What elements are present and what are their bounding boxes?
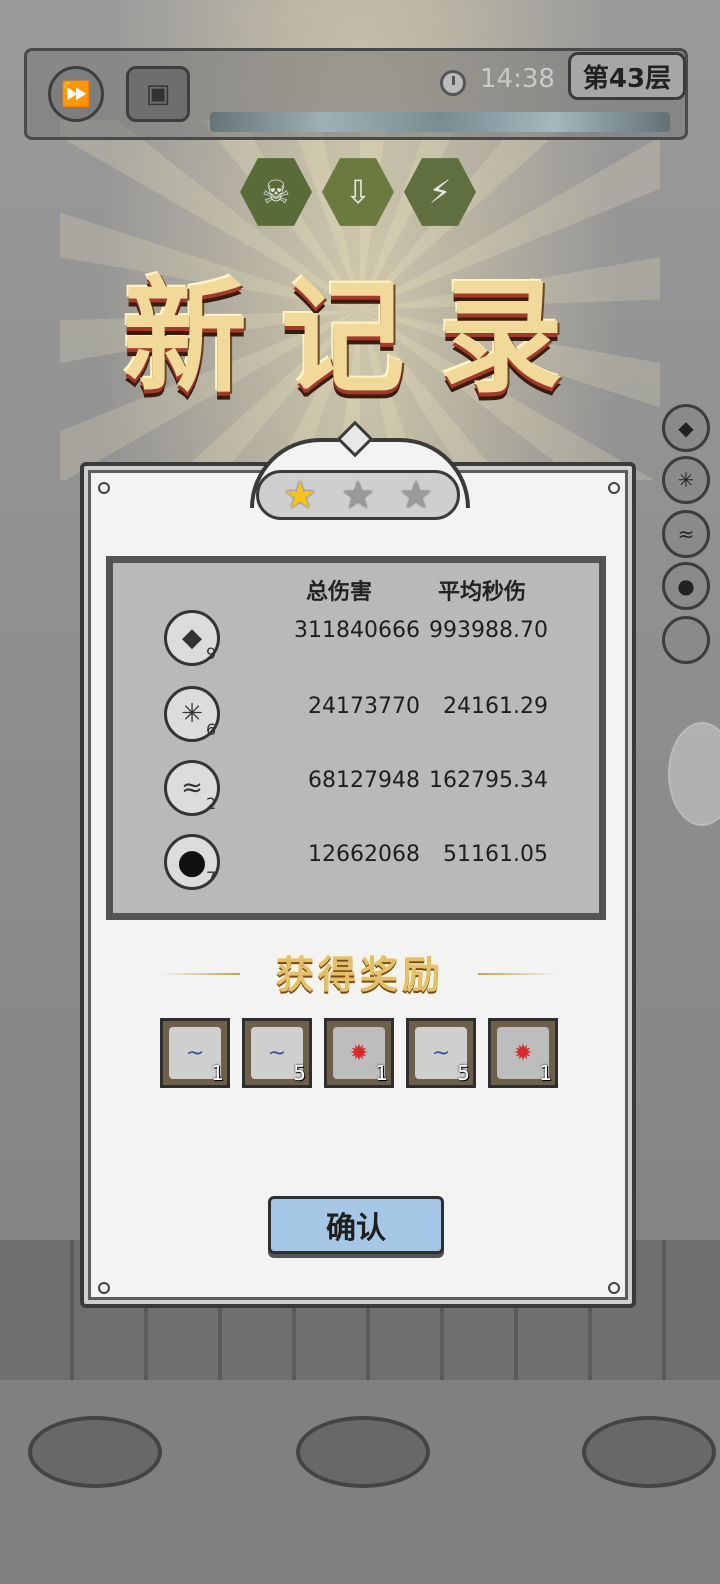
- treasure-chest-icon: ▣: [145, 79, 171, 109]
- tornado-icon: ≈: [677, 522, 695, 546]
- crystal-shard-icon: ◆: [678, 416, 694, 440]
- timer-text: 14:38: [480, 64, 555, 94]
- reward-count: 1: [211, 1061, 224, 1085]
- side-slot-crystal-shard[interactable]: ◆: [662, 404, 710, 452]
- fast-forward-button[interactable]: ⏩: [48, 66, 104, 122]
- avg-dps-value: 24161.29: [443, 694, 548, 719]
- table-row: ● 7 12662068 51161.05: [106, 828, 606, 898]
- avg-dps-value: 51161.05: [443, 842, 548, 867]
- rivet-icon: [98, 1282, 110, 1294]
- reward-count: 5: [293, 1061, 306, 1085]
- skill-level: 2: [206, 794, 217, 813]
- rivet-icon: [608, 482, 620, 494]
- side-slot-bomb[interactable]: ●: [662, 562, 710, 610]
- bomb-icon: ●: [677, 574, 695, 598]
- spawn-pit-right: [582, 1416, 716, 1488]
- reward-item[interactable]: ✹ 1: [488, 1018, 558, 1088]
- side-slot-tornado[interactable]: ≈: [662, 510, 710, 558]
- avg-dps-value: 162795.34: [429, 768, 548, 793]
- spawn-pit-left: [28, 1416, 162, 1488]
- reward-count: 5: [457, 1061, 470, 1085]
- reward-item[interactable]: ✹ 1: [324, 1018, 394, 1088]
- total-damage-value: 12662068: [308, 842, 420, 867]
- clock-icon: [440, 70, 466, 96]
- rivet-icon: [98, 482, 110, 494]
- total-damage-value: 24173770: [308, 694, 420, 719]
- rewards-title: 获得奖励: [275, 952, 444, 997]
- avg-dps-value: 993988.70: [429, 618, 548, 643]
- star-empty-icon: ★: [398, 473, 434, 517]
- lightning-effect: [210, 112, 670, 132]
- col-header-avg-dps: 平均秒伤: [438, 579, 527, 605]
- total-damage-value: 68127948: [308, 768, 420, 793]
- star-filled-icon: ★: [282, 473, 318, 517]
- skill-level: 7: [206, 868, 217, 887]
- fast-forward-icon: ⏩: [61, 80, 91, 108]
- star-empty-icon: ★: [340, 473, 376, 517]
- confirm-button[interactable]: 确认: [268, 1196, 444, 1254]
- reward-count: 1: [539, 1061, 552, 1085]
- side-slot-crystal-burst[interactable]: ✳: [662, 456, 710, 504]
- reward-count: 1: [375, 1061, 388, 1085]
- skill-level: 9: [206, 644, 217, 663]
- crystal-burst-icon: ✳: [677, 468, 695, 492]
- star-rating: ★ ★ ★: [256, 470, 460, 520]
- total-damage-value: 311840666: [294, 618, 420, 643]
- table-row: ✳ 6 24173770 24161.29: [106, 680, 606, 750]
- new-record-title: 新记录: [122, 265, 597, 410]
- skill-level: 6: [206, 720, 217, 739]
- reward-item[interactable]: ~ 5: [406, 1018, 476, 1088]
- table-row: ◆ 9 311840666 993988.70: [106, 604, 606, 674]
- table-row: ≈ 2 68127948 162795.34: [106, 754, 606, 824]
- col-header-total-damage: 总伤害: [306, 579, 373, 605]
- reward-item[interactable]: ~ 5: [242, 1018, 312, 1088]
- spawn-pit-center: [296, 1416, 430, 1488]
- reward-item[interactable]: ~ 1: [160, 1018, 230, 1088]
- floor-badge: 第43层: [568, 52, 686, 100]
- treasure-chest-button[interactable]: ▣: [126, 66, 190, 122]
- rivet-icon: [608, 1282, 620, 1294]
- side-slot-empty[interactable]: [662, 616, 710, 664]
